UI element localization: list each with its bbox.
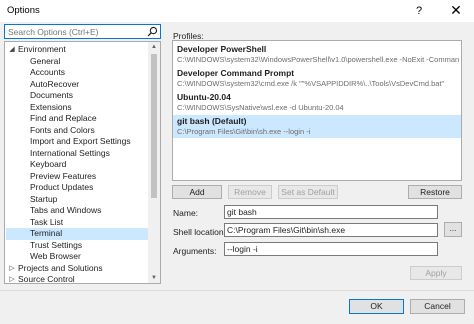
tree-item[interactable]: AutoRecover <box>6 79 150 91</box>
help-button[interactable]: ? <box>406 0 432 22</box>
profile-command: C:\Program Files\Git\bin\sh.exe --login … <box>177 127 311 136</box>
tree-item[interactable]: International Settings <box>6 148 150 160</box>
close-button[interactable]: ✕ <box>438 0 474 22</box>
scroll-up-icon[interactable]: ▲ <box>148 42 160 52</box>
restore-button[interactable]: Restore <box>408 185 462 199</box>
tree-item[interactable]: Task List <box>6 217 150 229</box>
tree-item[interactable]: Extensions <box>6 102 150 114</box>
tree-item[interactable]: Startup <box>6 194 150 206</box>
search-box[interactable] <box>4 24 161 39</box>
expand-arrow-icon[interactable]: ▷ <box>8 274 16 283</box>
tree-item[interactable]: Web Browser <box>6 251 150 263</box>
scroll-down-icon[interactable]: ▼ <box>148 273 160 283</box>
add-button[interactable]: Add <box>172 185 222 199</box>
ok-button[interactable]: OK <box>349 299 404 314</box>
tree-item-label: Product Updates <box>30 182 94 192</box>
tree-item[interactable]: ▷ Source Control <box>6 274 150 284</box>
profile-item[interactable]: Developer PowerShell C:\WINDOWS\system32\… <box>173 43 461 66</box>
tree-item[interactable]: Fonts and Colors <box>6 125 150 137</box>
profile-name: Developer PowerShell <box>177 44 267 54</box>
tree-item-label: Extensions <box>30 101 72 112</box>
tree-item-label: Web Browser <box>30 251 81 261</box>
tree-item[interactable]: Accounts <box>6 67 150 79</box>
profile-name: Developer Command Prompt <box>177 68 295 78</box>
profile-name: Ubuntu-20.04 <box>177 92 231 102</box>
search-input[interactable] <box>8 26 146 37</box>
tree-item-label: Trust Settings <box>30 239 83 250</box>
profile-command: C:\WINDOWS\system32\cmd.exe /k ""%VSAPPI… <box>177 79 445 88</box>
tree-item[interactable]: Tabs and Windows <box>6 205 150 217</box>
arguments-label: Arguments: <box>173 246 217 256</box>
tree-item-label: Import and Export Settings <box>30 136 131 146</box>
tree-item-label: Find and Replace <box>30 113 97 123</box>
tree-item[interactable]: ◢ Environment <box>6 44 150 56</box>
tree-item-label: Preview Features <box>30 170 97 181</box>
tree-item[interactable]: Product Updates <box>6 182 150 194</box>
tree-item[interactable]: Preview Features <box>6 171 150 183</box>
set-as-default-button[interactable]: Set as Default <box>278 185 338 199</box>
profiles-list[interactable]: Developer PowerShell C:\WINDOWS\system32\… <box>172 40 462 181</box>
shell-location-label: Shell location: <box>173 227 226 237</box>
profile-item[interactable]: Developer Command Prompt C:\WINDOWS\syste… <box>173 67 461 90</box>
search-icon[interactable] <box>147 26 158 37</box>
scrollbar-thumb[interactable] <box>151 54 157 198</box>
tree-item[interactable]: Trust Settings <box>6 240 150 252</box>
profile-command: C:\WINDOWS\SysNative\wsl.exe -d Ubuntu-2… <box>177 103 344 112</box>
window-title: Options <box>7 5 40 16</box>
tree-item-label: International Settings <box>30 147 110 158</box>
tree-item-label: Task List <box>30 216 64 227</box>
tree-item-label: AutoRecover <box>30 78 80 89</box>
profile-name: git bash (Default) <box>177 116 247 126</box>
footer-divider <box>0 290 474 291</box>
tree-item-label: Startup <box>30 193 58 204</box>
tree-item[interactable]: Import and Export Settings <box>6 136 150 148</box>
tree-item[interactable]: General <box>6 56 150 68</box>
tree-item-label: Accounts <box>30 67 65 77</box>
tree-item[interactable]: Find and Replace <box>6 113 150 125</box>
profile-command: C:\WINDOWS\system32\WindowsPowerShell\v1… <box>177 55 460 64</box>
tree-item-label: Fonts and Colors <box>30 124 95 135</box>
name-label: Name: <box>173 208 199 218</box>
remove-button[interactable]: Remove <box>228 185 272 199</box>
expand-arrow-icon[interactable]: ▷ <box>8 263 16 275</box>
tree-item[interactable]: Keyboard <box>6 159 150 171</box>
apply-button[interactable]: Apply <box>410 266 462 280</box>
tree-item-label: Keyboard <box>30 159 67 169</box>
collapse-arrow-icon[interactable]: ◢ <box>8 44 16 56</box>
tree-item-label: Terminal <box>30 228 63 238</box>
profile-item[interactable]: Ubuntu-20.04 C:\WINDOWS\SysNative\wsl.exe… <box>173 91 461 114</box>
browse-button[interactable]: ... <box>444 222 462 237</box>
tree-item-label: Documents <box>30 90 73 100</box>
tree-item-label: General <box>30 55 61 66</box>
tree-item-label: Tabs and Windows <box>30 205 102 215</box>
tree-scrollbar[interactable]: ▲ ▼ <box>148 42 160 283</box>
tree-item-label: Source Control <box>18 274 75 284</box>
cancel-button[interactable]: Cancel <box>410 299 465 314</box>
tree-item-label: Environment <box>18 44 66 54</box>
name-field[interactable]: git bash <box>224 205 438 219</box>
options-tree[interactable]: ◢ Environment General Accounts AutoRecover Do… <box>4 41 161 284</box>
tree-item[interactable]: ▷ Projects and Solutions <box>6 263 150 275</box>
profile-item[interactable]: git bash (Default) C:\Program Files\Git\b… <box>173 115 461 138</box>
arguments-field[interactable]: --login -i <box>224 242 438 256</box>
tree-item[interactable]: Documents <box>6 90 150 102</box>
shell-location-field[interactable]: C:\Program Files\Git\bin\sh.exe <box>224 223 438 237</box>
title-bar <box>0 0 474 22</box>
tree-item-label: Projects and Solutions <box>18 262 103 273</box>
tree-item[interactable]: Terminal <box>6 228 150 240</box>
